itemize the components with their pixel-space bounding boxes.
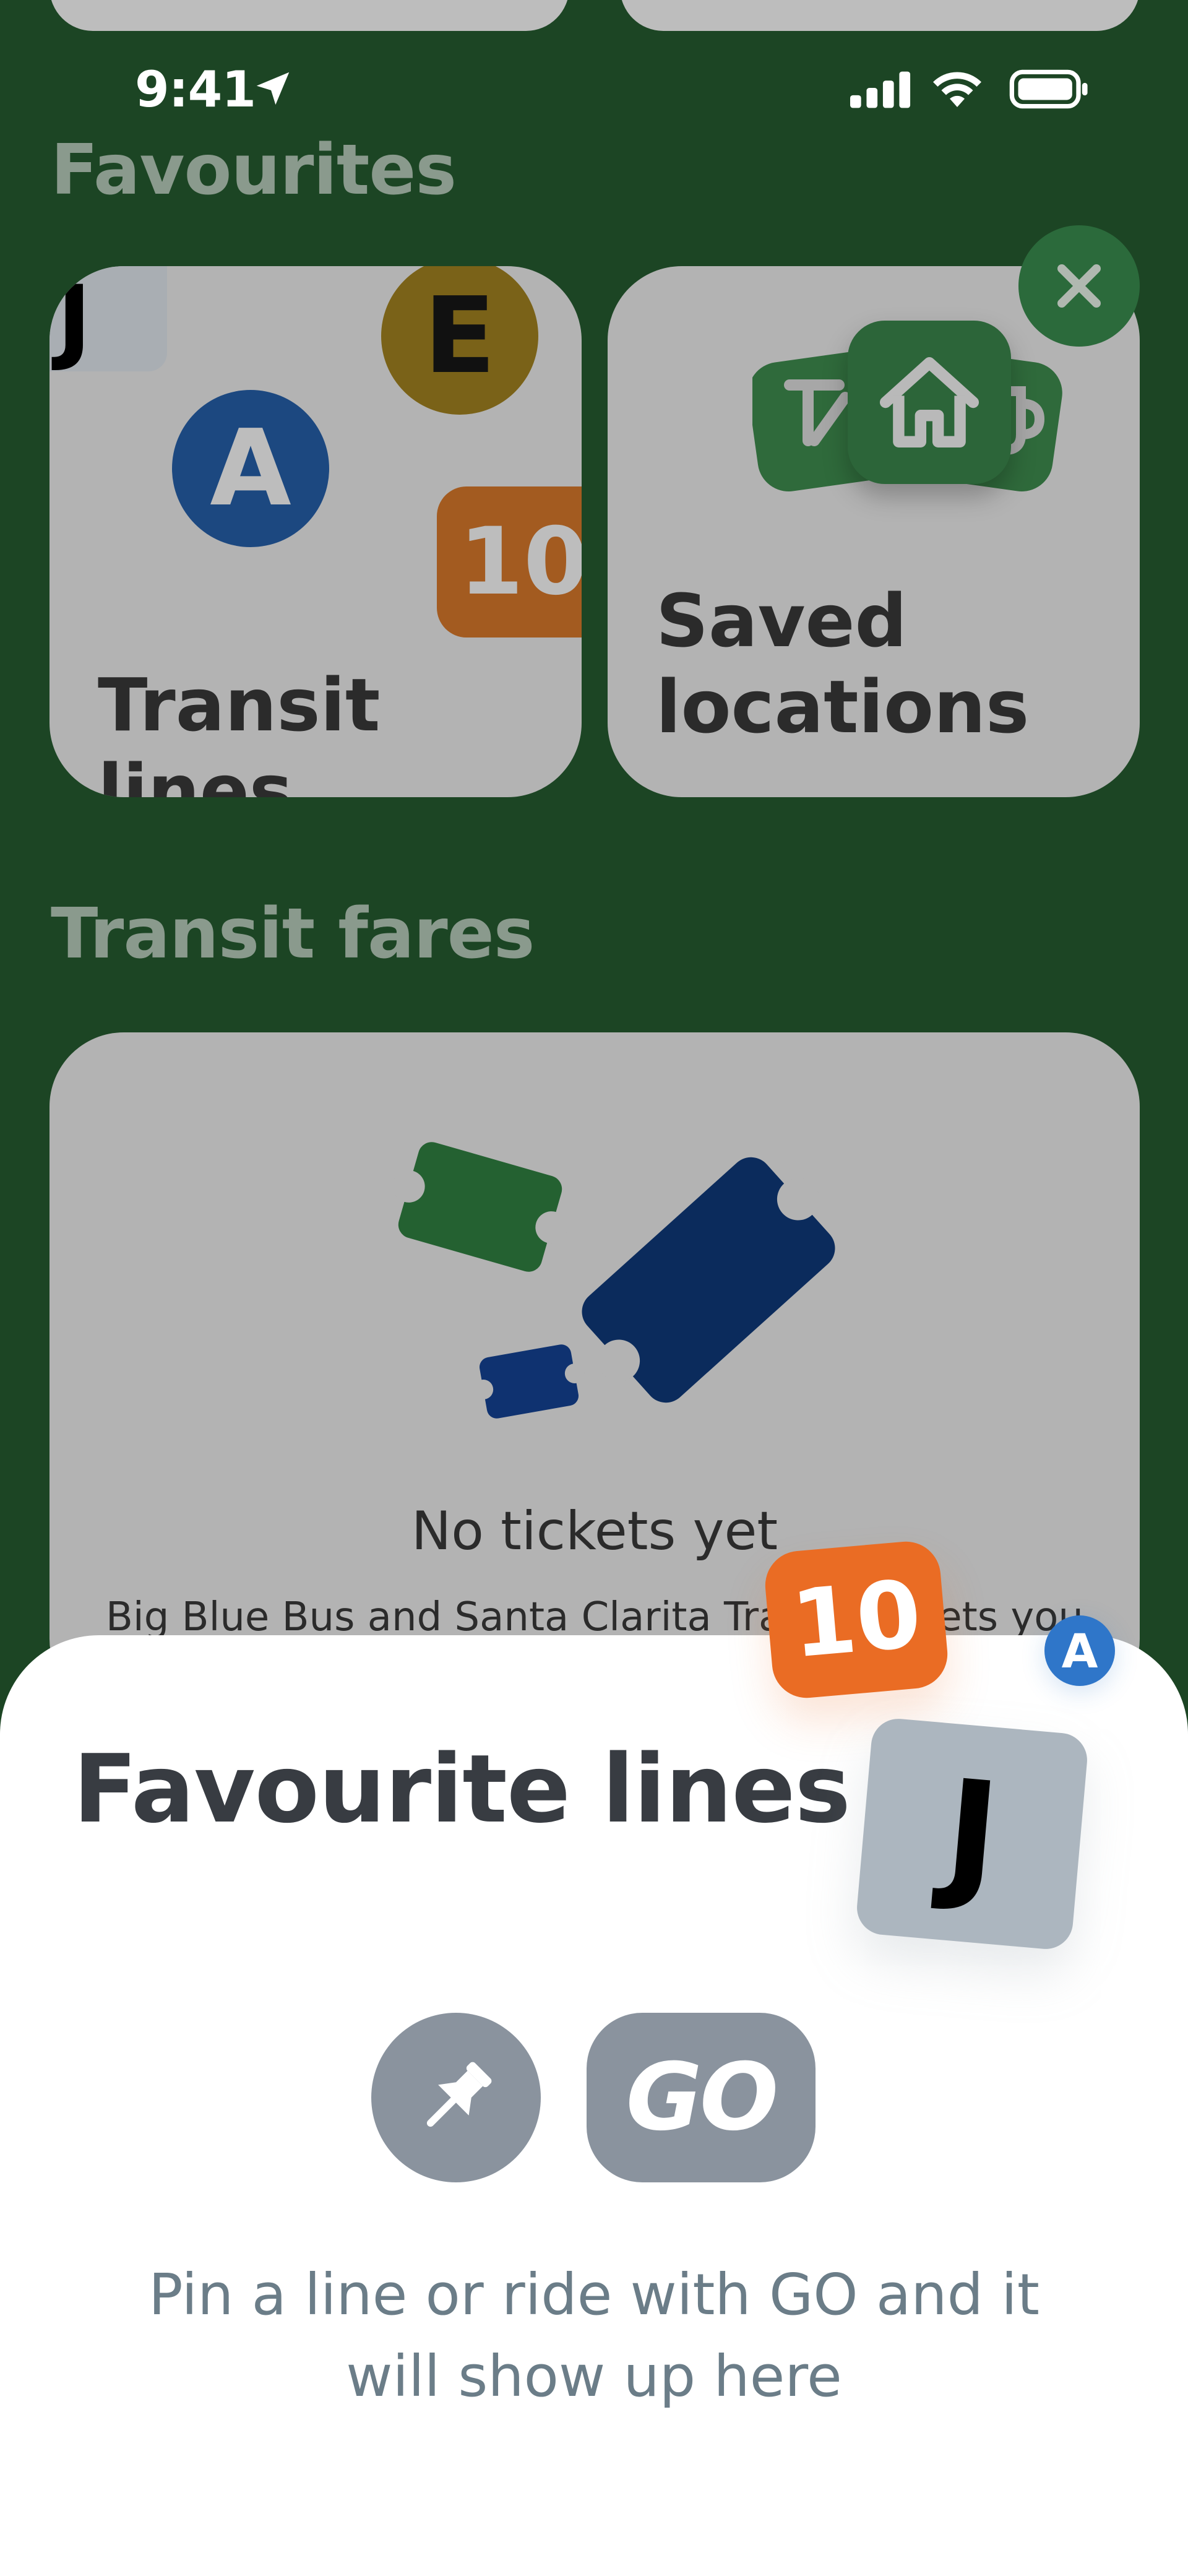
ticket-navy-small-icon: [473, 1344, 585, 1419]
sheet-description: Pin a line or ride with GO and it will s…: [148, 2262, 1040, 2410]
line-a-badge: A: [172, 390, 329, 547]
line-j-badge: J: [50, 266, 167, 374]
saved-locations-label: Saved locations: [656, 578, 1030, 750]
line-a-badge: A: [1044, 1615, 1115, 1686]
sheet-title: Favourite lines: [73, 1734, 851, 1844]
battery-icon: [1009, 69, 1088, 109]
transit-fares-card: No tickets yet Big Blue Bus and Santa Cl…: [50, 1032, 1140, 1713]
status-time: 9:41: [135, 61, 256, 118]
close-button[interactable]: [1018, 225, 1140, 347]
pin-line-button[interactable]: [371, 2013, 541, 2182]
wifi-icon: [933, 72, 981, 107]
line-10-badge: 10: [762, 1539, 950, 1701]
ticket-navy-large-icon: [582, 1157, 835, 1403]
close-icon: [1057, 264, 1101, 308]
cellular-signal-icon: [850, 71, 911, 108]
saved-locations-card[interactable]: Saved locations: [608, 266, 1140, 797]
ticket-green-icon: [392, 1142, 568, 1272]
favourite-lines-sheet: Favourite lines 10 A J GO Pin a line or …: [0, 1539, 1188, 2576]
transit-lines-label: Transit lines: [98, 662, 381, 797]
home-icon: [848, 321, 1011, 484]
transit-lines-card[interactable]: J E A 10 Transit lines: [50, 266, 582, 797]
line-j-badge: J: [854, 1716, 1090, 1951]
pushpin-icon: [426, 2062, 492, 2127]
line-e-badge: E: [381, 266, 538, 415]
no-tickets-title: No tickets yet: [411, 1500, 778, 1562]
line-10-badge: 10: [437, 486, 582, 638]
go-button[interactable]: GO: [587, 2013, 816, 2182]
no-tickets-description: Big Blue Bus and Santa Clarita Transit t…: [106, 1594, 1083, 1640]
go-label: GO: [626, 2044, 779, 2151]
status-bar: 9:41: [0, 0, 1188, 118]
favourites-title: Favourites: [51, 130, 457, 210]
location-arrow-icon: [256, 72, 290, 105]
transit-fares-title: Transit fares: [51, 894, 535, 974]
